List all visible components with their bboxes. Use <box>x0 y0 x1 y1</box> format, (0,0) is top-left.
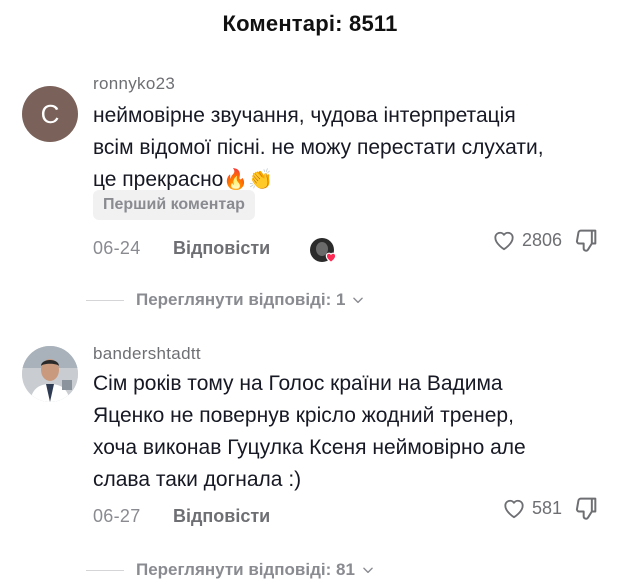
chevron-down-icon <box>363 567 373 574</box>
like-count: 2806 <box>521 229 562 250</box>
comment-text: неймовірне звучання, чудова інтерпретаці… <box>93 100 553 196</box>
avatar[interactable]: C <box>22 86 78 142</box>
comment-date: 06-27 <box>93 506 141 526</box>
comments-header: Коментарі: 8511 <box>0 0 620 48</box>
thumbs-down-icon[interactable] <box>572 494 600 522</box>
like-count: 581 <box>531 497 562 518</box>
comment-username[interactable]: bandershtadtt <box>93 344 201 364</box>
like-button[interactable]: 2806 <box>490 227 562 253</box>
view-replies-button[interactable]: Переглянути відповіді: 81 <box>86 560 375 580</box>
heart-outline-icon <box>494 231 514 251</box>
comments-count-title: Коментарі: 8511 <box>222 11 398 36</box>
reply-button[interactable]: Відповісти <box>173 238 270 259</box>
reply-button[interactable]: Відповісти <box>173 506 270 527</box>
divider-line <box>86 299 124 301</box>
user-photo-icon <box>22 346 78 402</box>
comment-date: 06-24 <box>93 238 141 258</box>
comment-actions: 581 <box>500 494 600 522</box>
comment-text: Сім років тому на Голос країни на Вадима… <box>93 372 526 491</box>
chevron-down-icon <box>353 297 364 304</box>
view-replies-label: Переглянути відповіді: 81 <box>136 560 355 579</box>
avatar-letter: C <box>40 98 60 129</box>
creator-liked-icon <box>308 238 340 266</box>
comment-item: bandershtadtt Сім років тому на Голос кр… <box>0 342 620 579</box>
view-replies-label: Переглянути відповіді: 1 <box>136 290 346 309</box>
comment-item: C ronnyko23 неймовірне звучання, чудова … <box>0 70 620 309</box>
comment-emojis: 🔥👏 <box>223 169 274 191</box>
like-button[interactable]: 581 <box>500 495 562 521</box>
divider-line <box>86 569 124 571</box>
thumbs-down-icon[interactable] <box>572 226 600 254</box>
view-replies-button[interactable]: Переглянути відповіді: 1 <box>86 290 365 310</box>
comment-username[interactable]: ronnyko23 <box>93 74 175 94</box>
comment-actions: 2806 <box>490 226 600 254</box>
avatar[interactable] <box>22 346 78 402</box>
comment-body: неймовірне звучання, чудова інтерпретаці… <box>93 104 544 191</box>
comment-meta: 06-27 Відповісти <box>93 506 270 527</box>
first-comment-badge: Перший коментар <box>93 190 255 220</box>
heart-outline-icon <box>504 499 524 519</box>
comment-meta: 06-24 Відповісти <box>93 238 270 259</box>
